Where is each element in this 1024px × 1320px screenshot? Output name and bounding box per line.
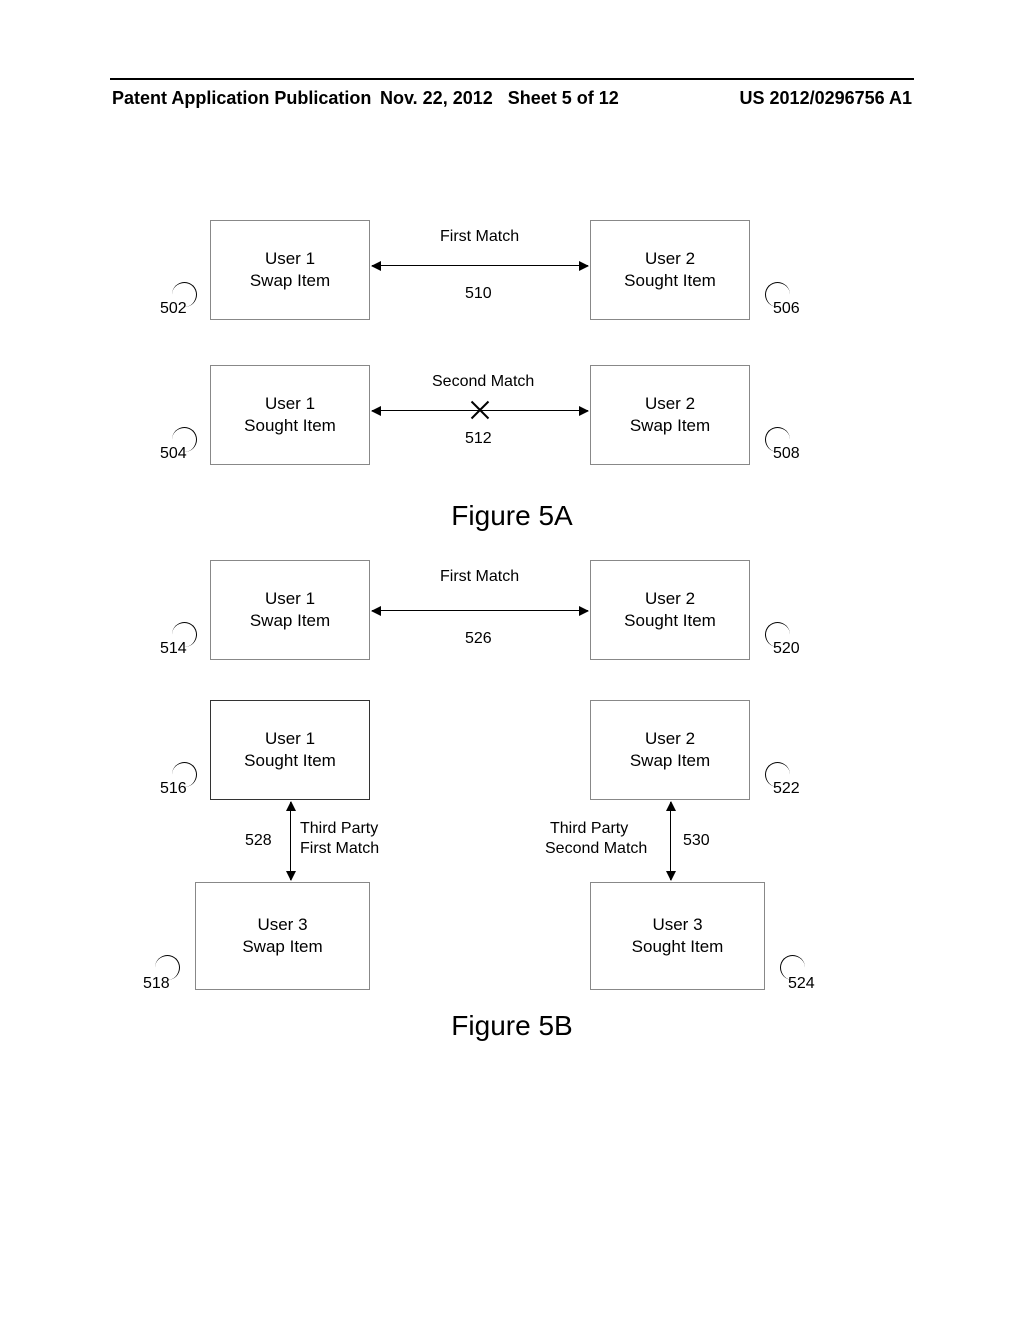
arrow-526 [372, 610, 588, 611]
header-right: US 2012/0296756 A1 [740, 88, 912, 109]
box-516-l1: User 1 [211, 728, 369, 750]
ref-510: 510 [465, 285, 492, 303]
box-502: User 1 Swap Item [210, 220, 370, 320]
ref-522: 522 [773, 780, 800, 798]
box-506-l1: User 2 [591, 248, 749, 270]
box-504: User 1 Sought Item [210, 365, 370, 465]
box-514-l2: Swap Item [211, 610, 369, 632]
box-514-l1: User 1 [211, 588, 369, 610]
ref-524: 524 [788, 975, 815, 993]
box-502-l2: Swap Item [211, 270, 369, 292]
ref-518: 518 [143, 975, 170, 993]
label-first-match-5b: First Match [440, 568, 519, 586]
header-date: Nov. 22, 2012 [380, 88, 493, 108]
ref-512: 512 [465, 430, 492, 448]
header-rule [110, 78, 914, 80]
figure-5b-title: Figure 5B [0, 1010, 1024, 1042]
box-524-l1: User 3 [591, 914, 764, 936]
box-516-l2: Sought Item [211, 750, 369, 772]
figure-5a-title: Figure 5A [0, 500, 1024, 532]
ref-514: 514 [160, 640, 187, 658]
box-524-l2: Sought Item [591, 936, 764, 958]
ref-528: 528 [245, 832, 272, 850]
box-518-l2: Swap Item [196, 936, 369, 958]
label-tp-second-l2: Second Match [545, 840, 647, 858]
label-first-match-5a: First Match [440, 228, 519, 246]
ref-516: 516 [160, 780, 187, 798]
box-508-l1: User 2 [591, 393, 749, 415]
box-508-l2: Swap Item [591, 415, 749, 437]
ref-502: 502 [160, 300, 187, 318]
box-520: User 2 Sought Item [590, 560, 750, 660]
box-518: User 3 Swap Item [195, 882, 370, 990]
header-mid: Nov. 22, 2012 Sheet 5 of 12 [380, 88, 619, 109]
box-502-l1: User 1 [211, 248, 369, 270]
ref-520: 520 [773, 640, 800, 658]
box-522-l1: User 2 [591, 728, 749, 750]
label-tp-second-l1: Third Party [550, 820, 628, 838]
ref-504: 504 [160, 445, 187, 463]
box-522-l2: Swap Item [591, 750, 749, 772]
arrow-530 [670, 802, 671, 880]
ref-506: 506 [773, 300, 800, 318]
box-514: User 1 Swap Item [210, 560, 370, 660]
box-504-l1: User 1 [211, 393, 369, 415]
ref-508: 508 [773, 445, 800, 463]
label-second-match-5a: Second Match [432, 373, 534, 391]
box-516: User 1 Sought Item [210, 700, 370, 800]
box-524: User 3 Sought Item [590, 882, 765, 990]
box-520-l1: User 2 [591, 588, 749, 610]
header-left: Patent Application Publication [112, 88, 371, 109]
arrow-510 [372, 265, 588, 266]
header-sheet: Sheet 5 of 12 [508, 88, 619, 108]
arrow-528 [290, 802, 291, 880]
box-506-l2: Sought Item [591, 270, 749, 292]
box-506: User 2 Sought Item [590, 220, 750, 320]
box-504-l2: Sought Item [211, 415, 369, 437]
ref-530: 530 [683, 832, 710, 850]
ref-526: 526 [465, 630, 492, 648]
label-tp-first-l1: Third Party [300, 820, 378, 838]
box-518-l1: User 3 [196, 914, 369, 936]
box-520-l2: Sought Item [591, 610, 749, 632]
label-tp-first-l2: First Match [300, 840, 379, 858]
box-522: User 2 Swap Item [590, 700, 750, 800]
x-icon [470, 400, 490, 420]
box-508: User 2 Swap Item [590, 365, 750, 465]
